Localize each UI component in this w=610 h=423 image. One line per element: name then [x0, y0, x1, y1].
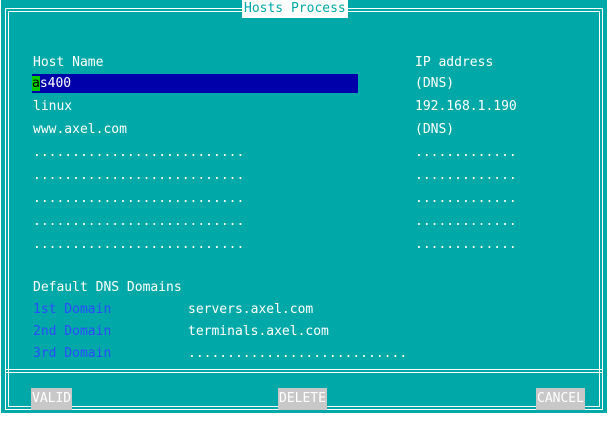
delete-button[interactable]: DELETE [278, 388, 327, 410]
domain-label-3rd: 3rd Domain [33, 346, 112, 361]
domain-label-2nd: 2nd Domain [33, 324, 112, 339]
column-header-ip-address: IP address [415, 55, 494, 70]
host-name-field[interactable]: ........................... [33, 145, 244, 161]
host-name-field[interactable]: ........................... [33, 237, 244, 253]
button-bar-divider [6, 369, 602, 370]
text-cursor: a [32, 76, 40, 91]
ip-address-field[interactable]: 192.168.1.190 [415, 99, 517, 115]
host-name-field[interactable]: ........................... [33, 168, 244, 184]
host-name-field[interactable]: ........................... [33, 191, 244, 207]
host-name-field[interactable]: linux [33, 99, 72, 115]
host-name-field[interactable]: www.axel.com [33, 122, 127, 138]
column-header-host-name: Host Name [33, 55, 104, 70]
ip-address-field[interactable]: ............. [415, 145, 517, 161]
domain-label-1st: 1st Domain [33, 302, 112, 317]
dns-section-title: Default DNS Domains [33, 280, 182, 295]
button-bar-divider [6, 372, 602, 373]
ip-address-field[interactable]: ............. [415, 168, 517, 184]
domain-field-3rd[interactable]: ............................ [188, 346, 407, 362]
domain-field-2nd[interactable]: terminals.axel.com [188, 324, 329, 340]
domain-field-1st[interactable]: servers.axel.com [188, 302, 313, 318]
ip-address-field[interactable]: (DNS) [415, 76, 454, 92]
ip-address-field[interactable]: ............. [415, 191, 517, 207]
window-title: Hosts Process [242, 0, 348, 18]
valid-button[interactable]: VALID [31, 388, 73, 410]
host-name-field-selected[interactable]: as400 [32, 74, 358, 93]
hosts-process-window: Hosts Process Host Name IP address as400… [1, 0, 607, 413]
host-name-value: s400 [39, 76, 72, 91]
ip-address-field[interactable]: ............. [415, 214, 517, 230]
cancel-button[interactable]: CANCEL [536, 388, 585, 410]
ip-address-field[interactable]: (DNS) [415, 122, 454, 138]
ip-address-field[interactable]: ............. [415, 237, 517, 253]
host-name-field[interactable]: ........................... [33, 214, 244, 230]
